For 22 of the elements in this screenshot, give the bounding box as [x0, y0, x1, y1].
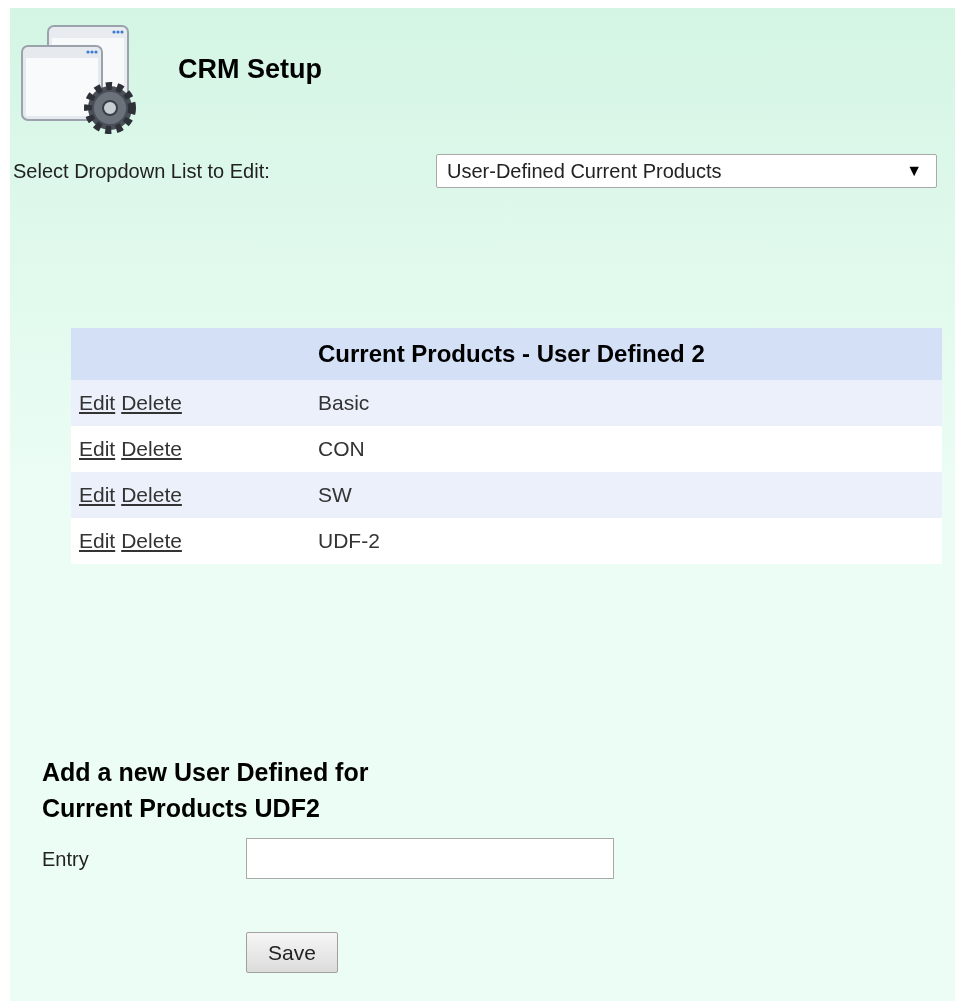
table-cell-text: CON [318, 436, 365, 463]
table-heading: Current Products - User Defined 2 [318, 339, 705, 369]
page-title: CRM Setup [178, 52, 322, 86]
edit-link[interactable]: Edit [79, 479, 116, 511]
dropdown-label: Select Dropdown List to Edit: [13, 159, 271, 184]
delete-link[interactable]: Delete [121, 525, 182, 557]
windows-gear-icon [18, 24, 136, 136]
edit-link[interactable]: Edit [79, 387, 116, 419]
form-heading: Add a new User Defined for Current Products UDF2 [42, 757, 370, 824]
table-cell-text: Basic [318, 390, 370, 417]
edit-link[interactable]: Edit [79, 433, 116, 465]
entry-input-field[interactable] [246, 838, 614, 879]
delete-link[interactable]: Delete [121, 433, 182, 465]
save-button[interactable]: Save [246, 932, 338, 973]
edit-link[interactable]: Edit [79, 525, 116, 557]
delete-link[interactable]: Delete [121, 387, 182, 419]
entry-label: Entry [42, 846, 90, 872]
list-dropdown[interactable]: User-Defined Current Products ▼ [436, 154, 937, 188]
caret-icon: ▼ [906, 159, 922, 183]
delete-link[interactable]: Delete [121, 479, 182, 511]
table-cell-text: UDF-2 [318, 528, 380, 555]
table-cell-text: SW [318, 482, 352, 509]
